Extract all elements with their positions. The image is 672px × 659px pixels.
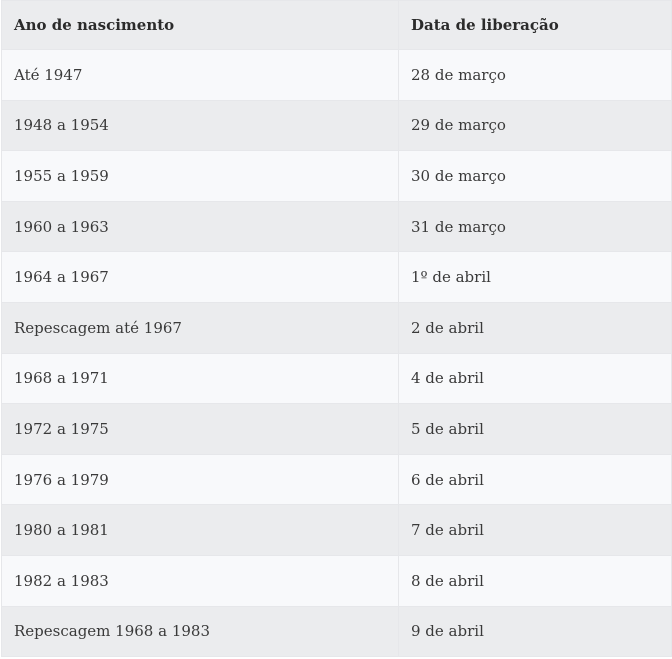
table-row: 1955 a 1959 30 de março bbox=[1, 150, 672, 202]
table-header: Ano de nascimento Data de liberação bbox=[1, 0, 672, 50]
birth-year-cell: Até 1947 bbox=[1, 49, 399, 101]
table-row: 1948 a 1954 29 de março bbox=[1, 99, 672, 152]
release-date-cell: 30 de março bbox=[398, 150, 672, 202]
birth-year-cell: 1976 a 1979 bbox=[1, 453, 399, 506]
birth-year-cell: Repescagem 1968 a 1983 bbox=[1, 605, 399, 658]
release-date-cell: 7 de abril bbox=[398, 504, 672, 556]
birth-year-cell: Repescagem até 1967 bbox=[1, 301, 399, 354]
release-date-cell: 31 de março bbox=[398, 200, 672, 253]
table-row: 1976 a 1979 6 de abril bbox=[1, 453, 672, 506]
release-date-cell: 5 de abril bbox=[398, 403, 672, 455]
header-release-date: Data de liberação bbox=[398, 0, 672, 50]
header-birth-year: Ano de nascimento bbox=[1, 0, 399, 50]
release-date-cell: 8 de abril bbox=[398, 554, 672, 607]
table-row: 1968 a 1971 4 de abril bbox=[1, 352, 672, 405]
release-date-cell: 9 de abril bbox=[398, 605, 672, 658]
release-schedule-table: Ano de nascimento Data de liberação Até … bbox=[1, 0, 672, 658]
birth-year-cell: 1968 a 1971 bbox=[1, 352, 399, 405]
birth-year-cell: 1948 a 1954 bbox=[1, 99, 399, 152]
release-date-cell: 4 de abril bbox=[398, 352, 672, 405]
birth-year-cell: 1960 a 1963 bbox=[1, 200, 399, 253]
table-row: 1980 a 1981 7 de abril bbox=[1, 504, 672, 556]
release-date-cell: 29 de março bbox=[398, 99, 672, 152]
table-row: Repescagem até 1967 2 de abril bbox=[1, 301, 672, 354]
birth-year-cell: 1980 a 1981 bbox=[1, 504, 399, 556]
release-date-cell: 6 de abril bbox=[398, 453, 672, 506]
table-row: Repescagem 1968 a 1983 9 de abril bbox=[1, 605, 672, 658]
release-date-cell: 28 de março bbox=[398, 49, 672, 101]
birth-year-cell: 1982 a 1983 bbox=[1, 554, 399, 607]
birth-year-cell: 1964 a 1967 bbox=[1, 251, 399, 303]
birth-year-cell: 1955 a 1959 bbox=[1, 150, 399, 202]
release-date-cell: 2 de abril bbox=[398, 301, 672, 354]
table-row: 1982 a 1983 8 de abril bbox=[1, 554, 672, 607]
table-row: 1964 a 1967 1º de abril bbox=[1, 251, 672, 303]
table-body: Até 1947 28 de março 1948 a 1954 29 de m… bbox=[1, 49, 672, 658]
table-row: 1960 a 1963 31 de março bbox=[1, 200, 672, 253]
header-row: Ano de nascimento Data de liberação bbox=[1, 0, 672, 50]
table-row: Até 1947 28 de março bbox=[1, 49, 672, 101]
birth-year-cell: 1972 a 1975 bbox=[1, 403, 399, 455]
table-row: 1972 a 1975 5 de abril bbox=[1, 403, 672, 455]
release-date-cell: 1º de abril bbox=[398, 251, 672, 303]
